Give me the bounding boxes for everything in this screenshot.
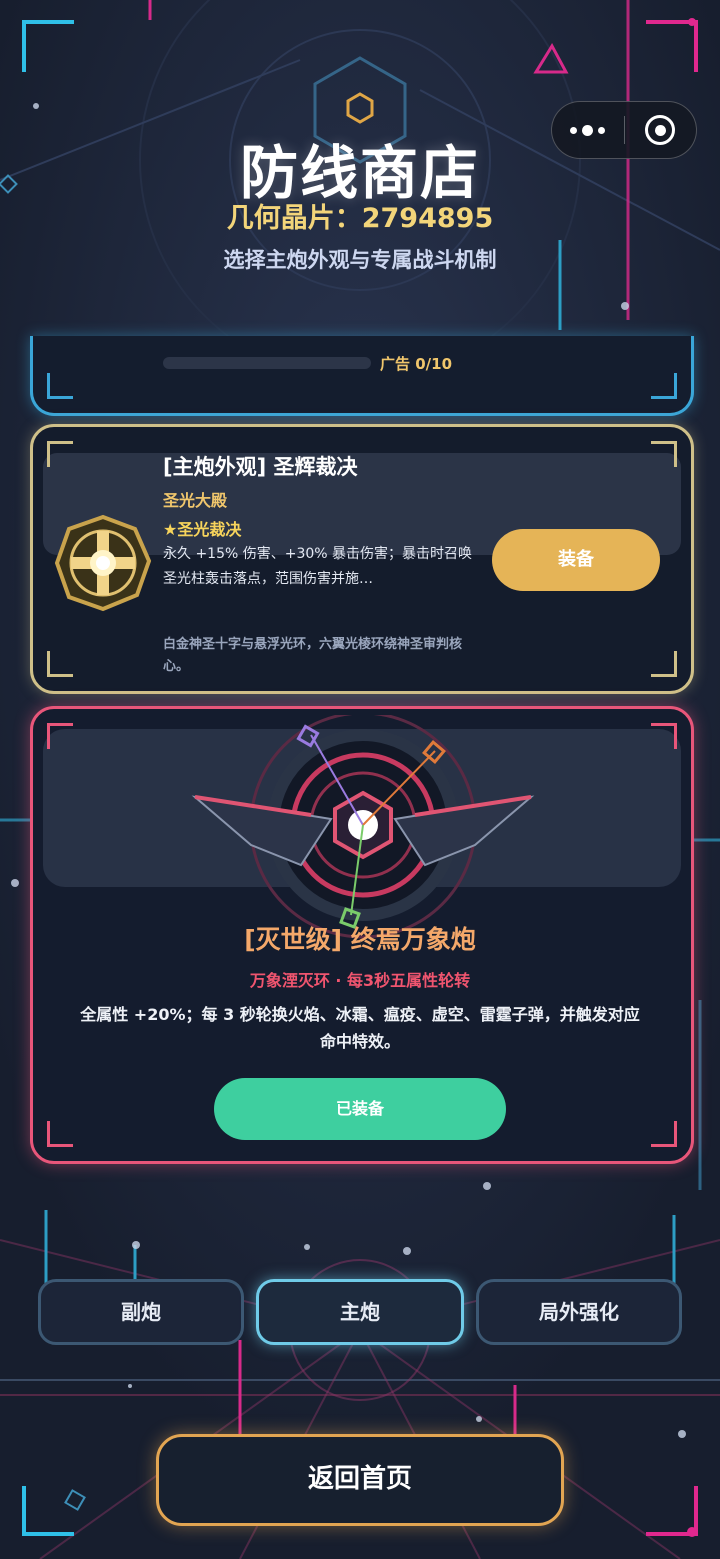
return-home-label: 返回首页	[307, 1464, 412, 1494]
skin-skill-name: ★圣光裁决	[163, 520, 242, 539]
cannon-turret-icon	[191, 715, 535, 939]
target-circle-icon[interactable]	[625, 102, 697, 158]
featured-subtitle: 万象湮灭环 · 每3秒五属性轮转	[249, 971, 471, 990]
skin-flavor-text: 白金神圣十字与悬浮光环，六翼光棱环绕神圣审判核心。	[163, 637, 463, 674]
page-subtitle: 选择主炮外观与专属战斗机制	[223, 248, 497, 272]
tab-label: 主炮	[340, 1300, 380, 1324]
return-home-button[interactable]: 返回首页	[156, 1434, 564, 1526]
tab-main-cannon[interactable]: 主炮	[256, 1279, 464, 1345]
more-dots-icon[interactable]	[552, 102, 624, 158]
card-corner-decoration	[47, 441, 73, 467]
equipped-button[interactable]: 已装备	[214, 1078, 506, 1140]
tab-meta-upgrades[interactable]: 局外强化	[476, 1279, 682, 1345]
equip-button[interactable]: 装备	[492, 529, 660, 591]
tab-label: 局外强化	[539, 1300, 619, 1324]
skin-title: [主炮外观] 圣辉裁决	[163, 455, 358, 479]
card-corner-decoration	[651, 651, 677, 677]
card-corner-decoration	[47, 1121, 73, 1147]
skin-description: 永久 +15% 伤害、+30% 暴击伤害；暴击时召唤圣光柱轰击落点，范围伤害并施…	[163, 546, 473, 587]
card-corner-decoration	[651, 1121, 677, 1147]
card-corner-decoration	[47, 373, 73, 399]
ad-progress-bar	[163, 357, 371, 369]
card-corner-decoration	[651, 373, 677, 399]
card-corner-decoration	[47, 723, 73, 749]
ad-reward-card	[30, 336, 694, 416]
featured-description: 全属性 +20%；每 3 秒轮换火焰、冰霜、瘟疫、虚空、雷霆子弹，并触发对应命中…	[80, 1005, 640, 1051]
holy-cross-emblem-icon	[54, 514, 152, 612]
card-corner-decoration	[651, 441, 677, 467]
ad-progress-text: 广告 0/10	[380, 355, 453, 373]
skin-subtitle: 圣光大殿	[163, 491, 228, 510]
card-corner-decoration	[651, 723, 677, 749]
featured-title: [灭世级] 终焉万象炮	[244, 925, 476, 954]
capsule-menu	[551, 101, 697, 159]
card-corner-decoration	[47, 651, 73, 677]
tab-secondary-cannon[interactable]: 副炮	[38, 1279, 244, 1345]
tab-label: 副炮	[121, 1300, 161, 1324]
currency-counter: 几何晶片：2794895	[226, 203, 494, 234]
